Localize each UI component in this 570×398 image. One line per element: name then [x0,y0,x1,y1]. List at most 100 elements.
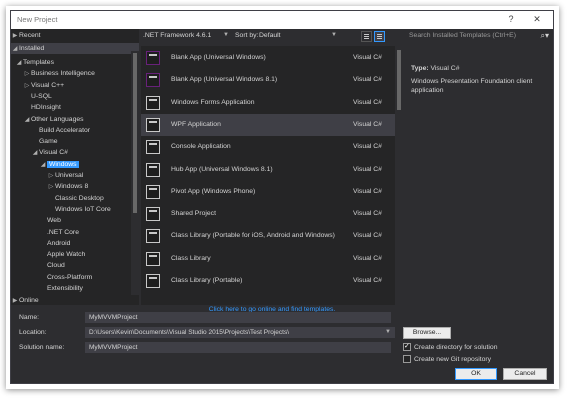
template-row[interactable]: Console Application Visual C# [141,136,395,158]
tree-item[interactable]: Android [39,238,70,249]
template-language: Visual C# [353,76,382,84]
tree-item[interactable]: U-SQL [23,91,52,102]
tree-section-recent[interactable]: ▶ Recent [11,30,139,41]
tree-item[interactable]: ◢ Other Languages [23,114,84,125]
create-directory-checkbox-row[interactable]: Create directory for solution [403,342,498,351]
tree-item[interactable]: Apple Watch [39,249,85,260]
solution-name-label: Solution name: [19,344,65,351]
grid-view-icon [364,34,369,35]
tree-item[interactable]: ▷ Business Intelligence [23,68,95,79]
close-button[interactable]: ✕ [531,14,543,25]
expanded-arrow-icon[interactable]: ◢ [39,160,47,171]
tree-section-label: Recent [19,32,41,39]
tree-item[interactable]: ◢ Visual C# [31,147,68,158]
tree-item[interactable]: ▷ Visual C++ [23,80,64,91]
project-template-icon [146,251,160,266]
template-language: Visual C# [353,187,382,195]
ok-button[interactable]: OK [455,368,497,380]
tree-item[interactable]: Cloud [39,260,65,271]
location-field[interactable]: D:\Users\Kevin\Documents\Visual Studio 2… [85,327,395,338]
chevron-down-icon: ▼ [331,32,337,38]
template-row[interactable]: Blank App (Universal Windows) Visual C# [141,47,395,69]
tree-item[interactable]: Build Accelerator [31,125,90,136]
project-template-icon [146,162,160,177]
tree-item[interactable]: Windows IoT Core [47,204,111,215]
template-description: Windows Presentation Foundation client a… [411,78,533,94]
template-language: Visual C# [353,232,382,240]
tree-section-installed[interactable]: ◢ Installed [11,43,139,54]
tree-section-label: Installed [19,45,45,52]
template-name: Hub App (Universal Windows 8.1) [171,165,273,173]
tree-item[interactable]: ▷ Windows 8 [47,181,89,192]
tree-item[interactable]: Game [31,136,58,147]
list-view-button[interactable] [374,31,385,42]
tree-item-label: U-SQL [31,92,52,100]
tree-item[interactable]: ◢ Templates [15,57,54,68]
title-bar: New Project ? ✕ [11,11,553,29]
expanded-arrow-icon: ◢ [12,46,18,52]
project-template-icon [146,140,160,155]
chevron-down-icon[interactable]: ▼ [385,328,391,337]
tree-item[interactable]: Classic Desktop [47,193,104,204]
framework-select[interactable]: .NET Framework 4.6.1 ▼ [143,32,231,43]
grid-view-button[interactable] [361,31,372,42]
tree-section-online[interactable]: ▶ Online [11,295,139,305]
search-input[interactable]: Search Installed Templates (Ctrl+E) ⌕▾ [409,31,550,43]
details-panel: Search Installed Templates (Ctrl+E) ⌕▾ T… [405,29,555,305]
tree-item-label: Apple Watch [47,251,86,259]
help-button[interactable]: ? [505,14,517,24]
template-row[interactable]: Hub App (Universal Windows 8.1) Visual C# [141,159,395,181]
template-name: Windows Forms Application [171,98,255,106]
template-language: Visual C# [353,277,382,284]
tree-item[interactable]: ◢ Windows [39,159,79,170]
new-project-dialog: New Project ? ✕ ▶ Recent ◢ Installed ◢ Temp… [10,10,554,384]
type-label: Type: [411,65,429,72]
template-row[interactable]: Class Library (Portable) Visual C# [141,270,395,292]
name-field[interactable]: MyMVVMProject [85,312,391,323]
template-row[interactable]: Pivot App (Windows Phone) Visual C# [141,181,395,203]
template-language: Visual C# [353,98,382,106]
template-name: Class Library [171,254,211,262]
tree-item[interactable]: Web [39,215,61,226]
template-name: Class Library (Portable for iOS, Android… [171,232,335,240]
browse-button[interactable]: Browse... [403,327,451,339]
template-row[interactable]: Blank App (Universal Windows 8.1) Visual … [141,69,395,91]
tree-item[interactable]: ▷ Universal [47,170,84,181]
template-name: WPF Application [171,120,221,128]
tree-item-label: .NET Core [47,228,79,236]
search-icon[interactable]: ⌕▾ [541,31,550,41]
template-row[interactable]: Class Library Visual C# [141,248,395,270]
template-row[interactable]: WPF Application Visual C# [141,113,395,136]
scrollbar-thumb[interactable] [133,53,137,213]
tree-item[interactable]: .NET Core [39,227,79,238]
project-template-icon [146,207,160,222]
tree-item[interactable]: Cross-Platform [39,272,92,283]
list-view-icon [377,34,382,35]
scrollbar-thumb[interactable] [397,50,401,110]
tree-item-label: Business Intelligence [31,70,95,78]
template-language: Visual C# [353,143,382,151]
template-name: Blank App (Universal Windows) [171,54,266,61]
solution-name-field[interactable]: MyMVVMProject [85,342,391,353]
expanded-arrow-icon[interactable]: ◢ [23,115,31,126]
expanded-arrow-icon[interactable]: ◢ [31,148,39,159]
expanded-arrow-icon[interactable]: ◢ [15,58,23,69]
template-row[interactable]: Windows Forms Application Visual C# [141,92,395,114]
template-row[interactable]: Class Library (Portable for iOS, Android… [141,225,395,247]
tree-scrollbar[interactable] [131,51,139,305]
sort-label: Sort by: [235,32,259,39]
create-git-checkbox[interactable] [403,355,411,363]
templates-scrollbar[interactable] [395,46,403,305]
tree-item[interactable]: HDInsight [23,102,61,113]
create-directory-checkbox[interactable] [403,342,411,351]
chevron-down-icon: ▼ [223,32,229,38]
create-git-label: Create new Git repository [414,355,492,363]
cancel-button[interactable]: Cancel [503,368,547,380]
template-row[interactable]: Shared Project Visual C# [141,203,395,225]
sort-select[interactable]: Default ▼ [259,32,339,43]
template-language: Visual C# [353,54,382,61]
tree-item[interactable]: Extensibility [39,283,83,294]
template-language: Visual C# [353,210,382,218]
create-git-checkbox-row[interactable]: Create new Git repository [403,355,491,363]
collapsed-arrow-icon: ▶ [12,298,18,304]
